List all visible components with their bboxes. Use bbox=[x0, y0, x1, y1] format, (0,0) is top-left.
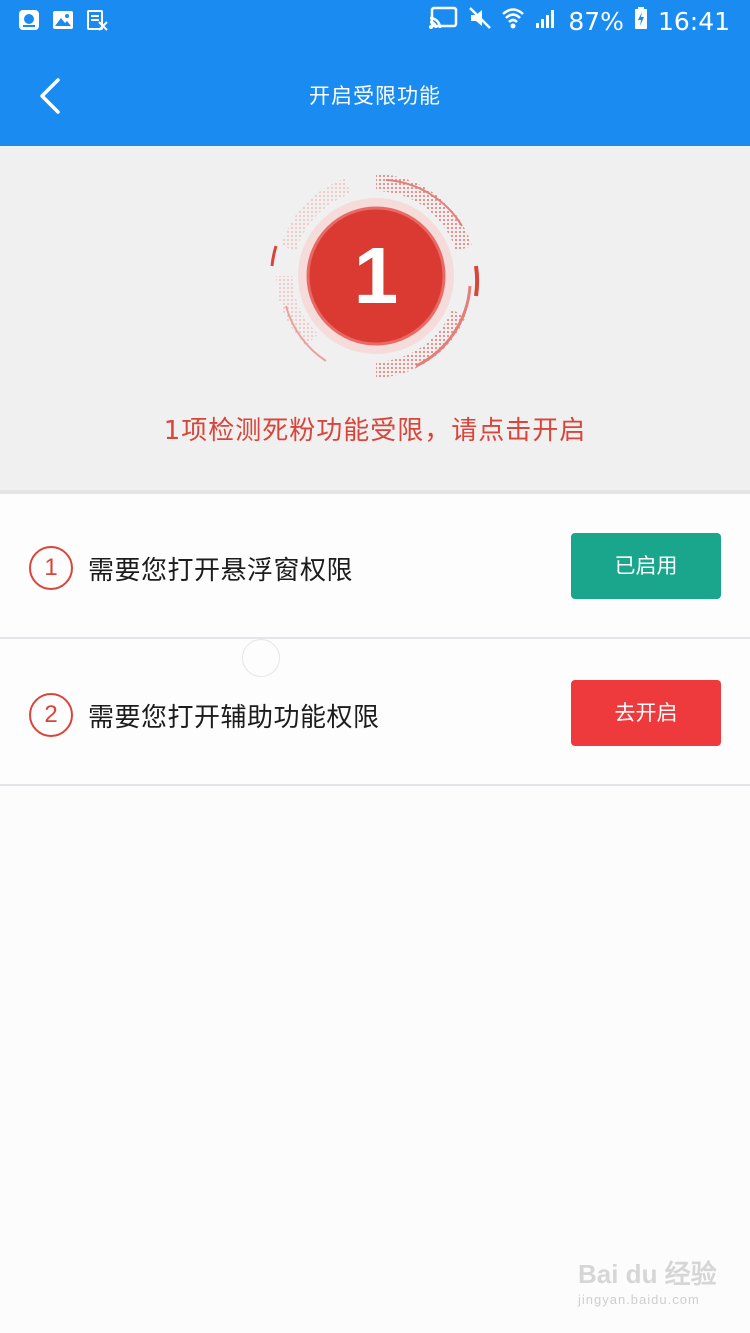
go-enable-button[interactable]: 去开启 bbox=[571, 680, 721, 746]
title-bar: 开启受限功能 bbox=[0, 46, 750, 146]
restriction-summary: 1 1项检测死粉功能受限，请点击开启 bbox=[0, 146, 750, 490]
battery-icon bbox=[634, 6, 648, 36]
restriction-count: 1 bbox=[353, 231, 399, 320]
step-number-badge: 2 bbox=[29, 693, 73, 737]
touch-ripple bbox=[242, 639, 280, 677]
step-number-badge: 1 bbox=[29, 546, 73, 590]
app-notification-icon bbox=[18, 9, 40, 31]
permission-label: 需要您打开悬浮窗权限 bbox=[88, 556, 354, 586]
battery-level: 87% bbox=[568, 6, 624, 36]
permission-label: 需要您打开辅助功能权限 bbox=[88, 703, 380, 733]
cast-icon bbox=[428, 6, 458, 36]
system-status: 87% 16:41 bbox=[428, 6, 730, 36]
permission-row-accessibility: 2 需要您打开辅助功能权限 去开启 bbox=[0, 641, 750, 786]
clock: 16:41 bbox=[657, 6, 730, 36]
status-bar: 87% 16:41 bbox=[0, 0, 750, 46]
baidu-jingyan-watermark: Bai du 经验 jingyan.baidu.com bbox=[578, 1259, 717, 1307]
image-notification-icon bbox=[52, 9, 74, 31]
signal-icon bbox=[534, 6, 558, 36]
permission-row-floating-window: 1 需要您打开悬浮窗权限 已启用 bbox=[0, 494, 750, 639]
mute-icon bbox=[468, 6, 492, 36]
enabled-status-button[interactable]: 已启用 bbox=[571, 533, 721, 599]
restriction-message[interactable]: 1项检测死粉功能受限，请点击开启 bbox=[0, 410, 750, 447]
wifi-icon bbox=[502, 6, 525, 36]
notification-icons bbox=[18, 9, 108, 31]
page-title: 开启受限功能 bbox=[309, 84, 441, 108]
document-notification-icon bbox=[86, 9, 108, 31]
restriction-count-badge: 1 bbox=[266, 166, 486, 386]
